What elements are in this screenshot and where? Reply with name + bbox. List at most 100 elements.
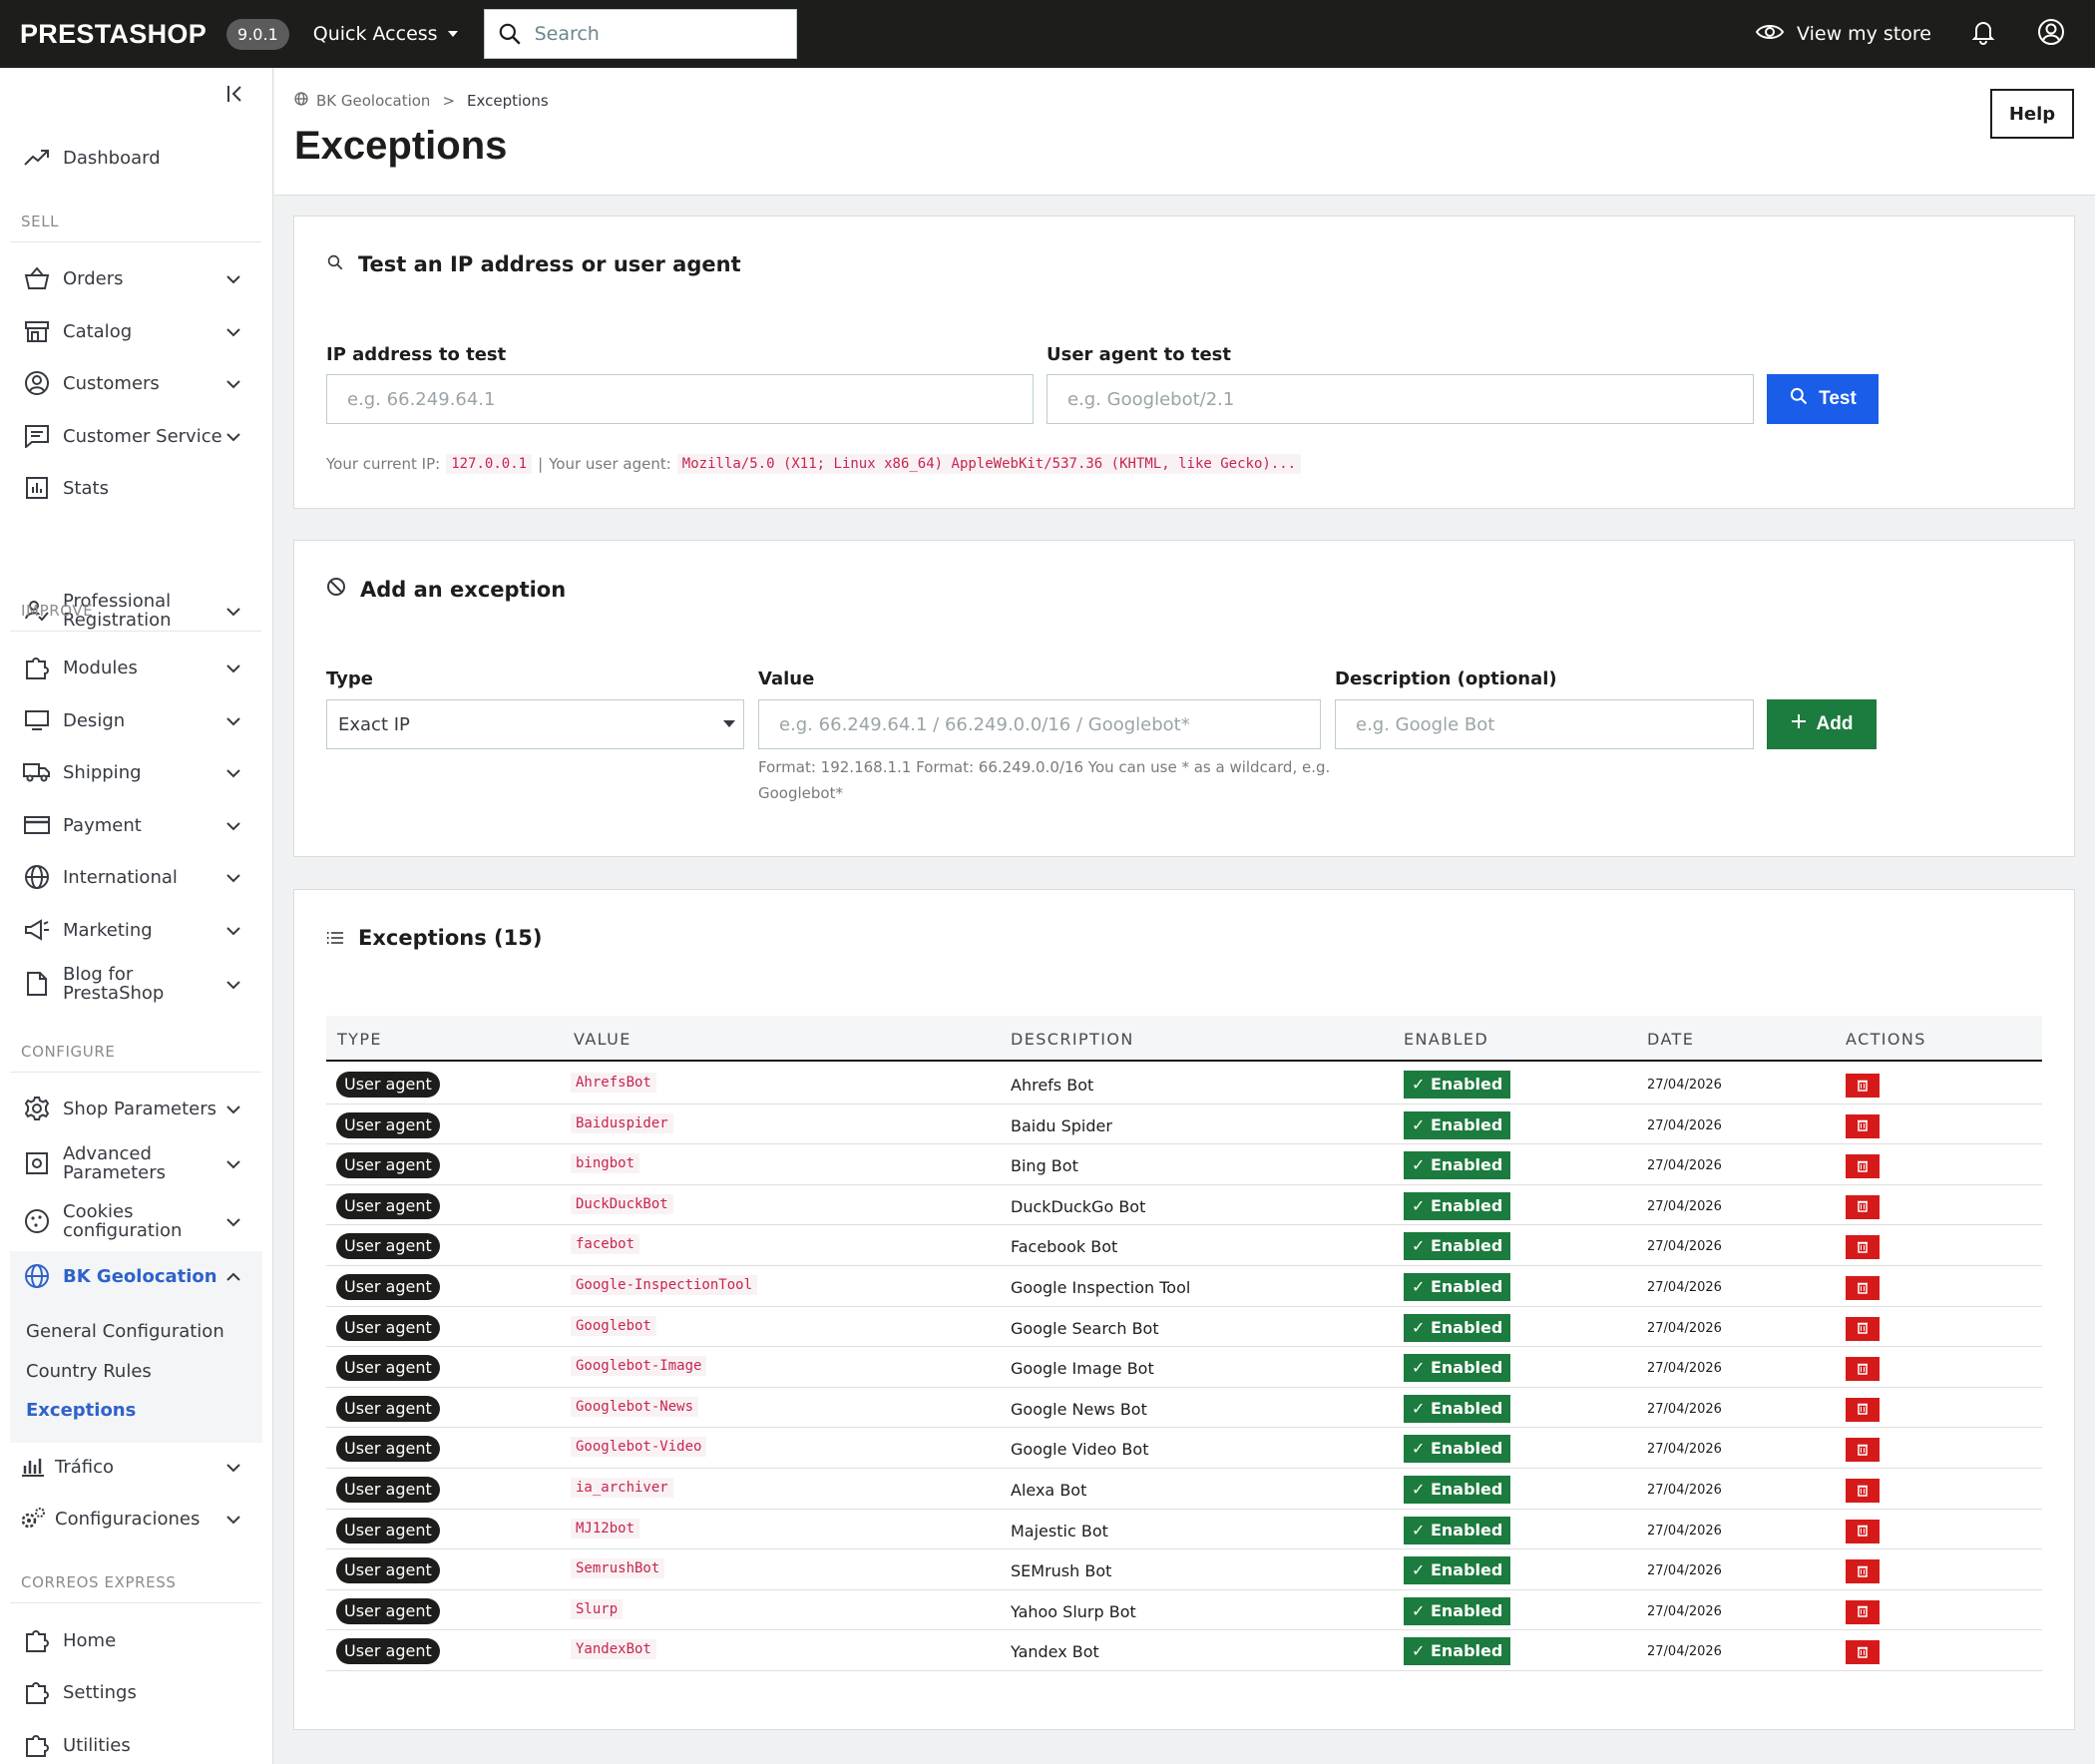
delete-button[interactable] [1846, 1154, 1880, 1179]
column-header-enabled[interactable]: ENABLED [1404, 1030, 1488, 1049]
sidebar-item-customers[interactable]: Customers [0, 367, 273, 399]
delete-button[interactable] [1846, 1397, 1880, 1422]
delete-button[interactable] [1846, 1276, 1880, 1300]
delete-button[interactable] [1846, 1113, 1880, 1138]
add-button[interactable]: Add [1767, 699, 1877, 749]
delete-button[interactable] [1846, 1479, 1880, 1503]
search-input[interactable] [534, 23, 774, 45]
chevron-down-icon [225, 601, 241, 622]
enabled-toggle-badge[interactable]: ✓ Enabled [1404, 1191, 1511, 1220]
globe-icon [22, 862, 52, 892]
sidebar-item-trafico[interactable]: Tráfico [0, 1451, 273, 1483]
delete-button[interactable] [1846, 1559, 1880, 1584]
delete-button[interactable] [1846, 1316, 1880, 1341]
sidebar-item-bk-geolocation[interactable]: BK Geolocation [0, 1260, 273, 1292]
monitor-icon [22, 705, 52, 735]
sidebar-item-stats[interactable]: Stats [0, 472, 273, 504]
help-button[interactable]: Help [1990, 89, 2074, 139]
delete-button[interactable] [1846, 1519, 1880, 1544]
sidebar-item-blog[interactable]: Blog for PrestaShop [0, 964, 273, 1004]
current-info: Your current IP: 127.0.0.1 | Your user a… [326, 454, 1302, 474]
sidebar-item-configuraciones[interactable]: Configuraciones [0, 1503, 273, 1535]
delete-button[interactable] [1846, 1438, 1880, 1463]
description-input[interactable]: e.g. Google Bot [1335, 699, 1754, 749]
credit-card-icon [22, 810, 52, 840]
description-text: Google News Bot [1011, 1399, 1147, 1419]
type-badge: User agent [336, 1192, 440, 1219]
card-title-text: Exceptions (15) [358, 926, 543, 950]
sidebar-item-label: Tráfico [55, 1456, 115, 1478]
sidebar-item-label: BK Geolocation [63, 1265, 217, 1287]
sidebar-item-international[interactable]: International [0, 861, 273, 893]
column-header-type[interactable]: TYPE [337, 1030, 382, 1049]
sidebar-item-orders[interactable]: Orders [0, 262, 273, 294]
label-line: Parameters [63, 1162, 167, 1183]
enabled-toggle-badge[interactable]: ✓ Enabled [1404, 1596, 1511, 1625]
delete-button[interactable] [1846, 1640, 1880, 1665]
enabled-toggle-badge[interactable]: ✓ Enabled [1404, 1476, 1511, 1504]
view-store-link[interactable]: View my store [1755, 21, 1931, 48]
search-icon[interactable] [485, 21, 535, 47]
collapse-sidebar-icon[interactable] [225, 84, 245, 108]
sidebar-sub-country-rules[interactable]: Country Rules [26, 1361, 152, 1382]
user-agent-input[interactable]: e.g. Googlebot/2.1 [1047, 374, 1754, 424]
sidebar-item-customer-service[interactable]: Customer Service [0, 420, 273, 452]
enabled-toggle-badge[interactable]: ✓ Enabled [1404, 1151, 1511, 1180]
enabled-toggle-badge[interactable]: ✓ Enabled [1404, 1556, 1511, 1585]
sidebar-item-design[interactable]: Design [0, 704, 273, 736]
enabled-toggle-badge[interactable]: ✓ Enabled [1404, 1313, 1511, 1342]
puzzle-icon [22, 1625, 52, 1655]
type-select[interactable]: Exact IP [326, 699, 744, 749]
test-button[interactable]: Test [1767, 374, 1879, 424]
sidebar-sub-general-configuration[interactable]: General Configuration [26, 1321, 224, 1342]
sidebar-item-label: International [63, 866, 178, 888]
sidebar-item-payment[interactable]: Payment [0, 809, 273, 841]
chevron-down-icon [225, 373, 241, 394]
sidebar-sub-exceptions[interactable]: Exceptions [26, 1400, 136, 1421]
plus-icon [1791, 713, 1807, 735]
sidebar-item-catalog[interactable]: Catalog [0, 315, 273, 347]
enabled-toggle-badge[interactable]: ✓ Enabled [1404, 1394, 1511, 1423]
bell-icon[interactable] [1971, 19, 1995, 50]
sidebar-item-shipping[interactable]: Shipping [0, 756, 273, 788]
enabled-toggle-badge[interactable]: ✓ Enabled [1404, 1354, 1511, 1383]
search-bar[interactable] [483, 9, 797, 59]
prestashop-logo[interactable]: PRESTASHOP [20, 19, 207, 50]
sidebar-item-utilities[interactable]: Utilities [0, 1729, 273, 1761]
delete-button[interactable] [1846, 1235, 1880, 1260]
sidebar-item-marketing[interactable]: Marketing [0, 914, 273, 946]
delete-button[interactable] [1846, 1599, 1880, 1624]
sidebar-item-dashboard[interactable]: Dashboard [0, 142, 273, 174]
date-text: 27/04/2026 [1647, 1361, 1722, 1377]
value-input[interactable]: e.g. 66.249.64.1 / 66.249.0.0/16 / Googl… [758, 699, 1321, 749]
basket-icon [22, 263, 52, 293]
ip-input[interactable]: e.g. 66.249.64.1 [326, 374, 1034, 424]
delete-button[interactable] [1846, 1357, 1880, 1382]
sidebar-item-modules[interactable]: Modules [0, 652, 273, 683]
description-text: Alexa Bot [1011, 1481, 1087, 1500]
sidebar-item-cookies-configuration[interactable]: Cookies configuration [0, 1201, 273, 1241]
card-title: Add an exception [326, 577, 566, 602]
column-header-date[interactable]: DATE [1647, 1030, 1694, 1049]
enabled-toggle-badge[interactable]: ✓ Enabled [1404, 1232, 1511, 1261]
delete-button[interactable] [1846, 1194, 1880, 1219]
enabled-toggle-badge[interactable]: ✓ Enabled [1404, 1273, 1511, 1301]
sidebar-item-advanced-parameters[interactable]: Advanced Parameters [0, 1143, 273, 1183]
sidebar-item-shop-parameters[interactable]: Shop Parameters [0, 1093, 273, 1124]
enabled-toggle-badge[interactable]: ✓ Enabled [1404, 1071, 1511, 1099]
column-header-description[interactable]: DESCRIPTION [1011, 1030, 1134, 1049]
gears-icon [18, 1504, 48, 1534]
enabled-toggle-badge[interactable]: ✓ Enabled [1404, 1637, 1511, 1666]
quick-access-button[interactable]: Quick Access [313, 23, 458, 45]
date-text: 27/04/2026 [1647, 1442, 1722, 1458]
enabled-toggle-badge[interactable]: ✓ Enabled [1404, 1516, 1511, 1544]
sidebar-item-home[interactable]: Home [0, 1624, 273, 1656]
chevron-down-icon [225, 268, 241, 289]
enabled-toggle-badge[interactable]: ✓ Enabled [1404, 1435, 1511, 1464]
delete-button[interactable] [1846, 1074, 1880, 1098]
enabled-toggle-badge[interactable]: ✓ Enabled [1404, 1110, 1511, 1139]
breadcrumb-parent[interactable]: BK Geolocation [316, 92, 430, 110]
sidebar-item-settings[interactable]: Settings [0, 1676, 273, 1708]
column-header-value[interactable]: VALUE [574, 1030, 631, 1049]
user-account-icon[interactable] [2037, 18, 2065, 51]
